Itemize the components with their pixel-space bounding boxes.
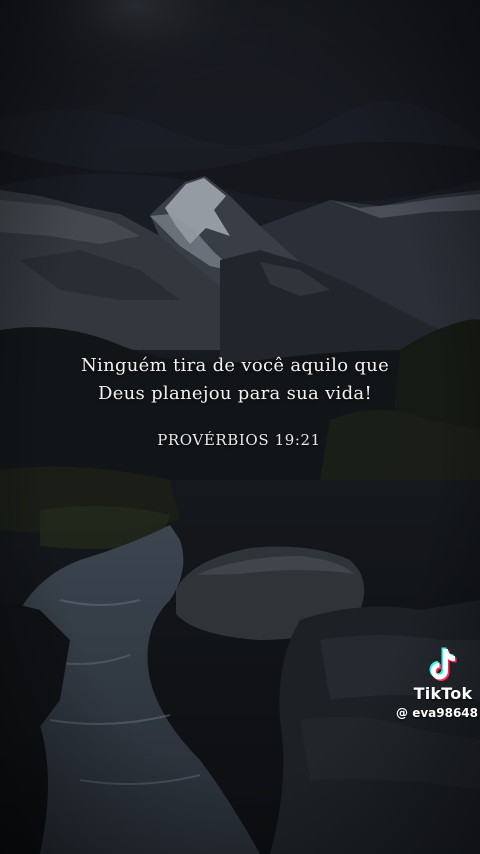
video-frame: Ninguém tira de você aquilo que Deus pla… (0, 0, 480, 854)
tiktok-note-icon (429, 647, 457, 681)
creator-handle: @ eva98648 (396, 706, 478, 720)
tiktok-brand-label: TikTok (413, 684, 473, 703)
quote-line-2: Deus planejou para sua vida! (97, 383, 373, 404)
bible-verse-quote: Ninguém tira de você aquilo que Deus pla… (0, 352, 470, 408)
quote-line-1: Ninguém tira de você aquilo que (80, 355, 390, 376)
tiktok-watermark: TikTok @ eva98648 (390, 646, 478, 726)
verse-reference: PROVÉRBIOS 19:21 (157, 431, 321, 449)
